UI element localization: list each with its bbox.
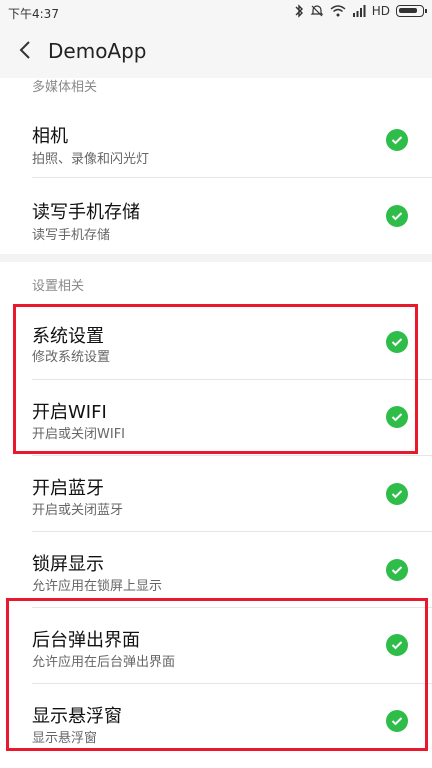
item-title: 开启蓝牙 [32,478,104,499]
network-label: HD [371,4,390,18]
battery-icon [396,5,427,17]
item-subtitle: 开启或关闭WIFI [32,427,125,442]
section-header-label: 多媒体相关 [32,80,98,95]
list-item-floating-window[interactable]: 显示悬浮窗 显示悬浮窗 [0,684,432,760]
list-item-wifi[interactable]: 开启WIFI 开启或关闭WIFI [0,380,432,456]
page-title: DemoApp [48,39,147,63]
check-icon [386,331,408,353]
item-title: 读写手机存储 [32,202,140,223]
list-item-background-popup[interactable]: 后台弹出界面 允许应用在后台弹出界面 [0,608,432,684]
item-subtitle: 拍照、录像和闪光灯 [32,152,150,167]
item-subtitle: 开启或关闭蓝牙 [32,503,124,518]
app-bar: DemoApp [0,26,432,78]
item-title: 相机 [32,126,68,147]
status-icons: HD [294,4,427,18]
check-icon [386,205,408,227]
status-bar: 下午4:37 HD [0,0,432,26]
section-header-settings: 设置相关 [0,262,432,304]
item-title: 显示悬浮窗 [32,706,122,727]
check-icon [386,634,408,656]
status-time: 下午4:37 [8,7,59,21]
list-item-storage[interactable]: 读写手机存储 读写手机存储 [0,178,432,254]
item-title: 系统设置 [32,326,104,347]
list-item-system-settings[interactable]: 系统设置 修改系统设置 [0,304,432,380]
item-subtitle: 允许应用在后台弹出界面 [32,655,176,670]
section-header-multimedia: 多媒体相关 [0,78,432,98]
check-icon [386,129,408,151]
back-arrow-icon[interactable] [14,38,38,62]
section-header-label: 设置相关 [32,279,85,294]
check-icon [386,559,408,581]
item-subtitle: 读写手机存储 [32,228,111,243]
list-item-lockscreen[interactable]: 锁屏显示 允许应用在锁屏上显示 [0,532,432,608]
item-title: 开启WIFI [32,402,107,423]
item-title: 后台弹出界面 [32,630,140,651]
list-item-bluetooth[interactable]: 开启蓝牙 开启或关闭蓝牙 [0,456,432,532]
check-icon [386,406,408,428]
check-icon [386,710,408,732]
list-item-camera[interactable]: 相机 拍照、录像和闪光灯 [0,102,432,178]
check-icon [386,483,408,505]
item-subtitle: 显示悬浮窗 [32,731,98,746]
wifi-icon [330,5,346,17]
section-gap [0,254,432,262]
signal-icon [352,5,366,17]
item-title: 锁屏显示 [32,554,104,575]
item-subtitle: 允许应用在锁屏上显示 [32,579,163,594]
item-subtitle: 修改系统设置 [32,350,111,365]
mute-icon [310,5,324,17]
bluetooth-icon [295,4,303,18]
